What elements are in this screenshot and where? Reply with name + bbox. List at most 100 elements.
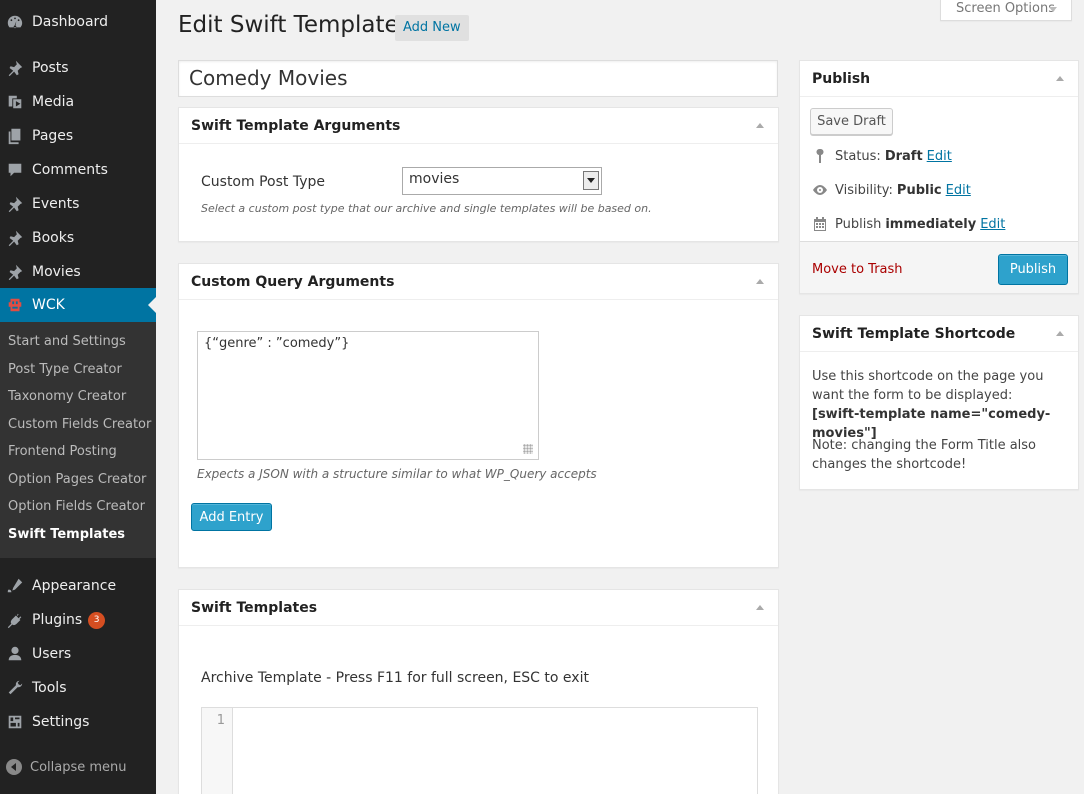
textarea-value: {“genre” : ”comedy”}: [204, 336, 350, 351]
sidebar-item-users[interactable]: Users: [0, 637, 156, 671]
sidebar-item-label: Comments: [32, 162, 108, 178]
submenu-item-post-type-creator[interactable]: Post Type Creator: [8, 362, 122, 377]
visibility-row: Visibility: Public Edit: [812, 182, 971, 198]
sidebar-item-appearance[interactable]: Appearance: [0, 569, 156, 603]
sidebar-item-tools[interactable]: Tools: [0, 671, 156, 705]
box-title[interactable]: Swift Template Arguments: [179, 108, 778, 144]
status-value: Draft: [884, 148, 923, 164]
media-icon: [5, 92, 25, 112]
custom-post-type-select[interactable]: movies: [402, 167, 602, 195]
post-status-row: Status: Draft Edit: [812, 148, 952, 164]
publish-box: Publish Save Draft Status: Draft Edit Vi…: [799, 60, 1079, 294]
edit-visibility-link[interactable]: Edit: [946, 183, 971, 198]
sidebar-item-label: Media: [32, 94, 75, 110]
sidebar-item-comments[interactable]: Comments: [0, 153, 156, 187]
custom-post-type-label: Custom Post Type: [201, 174, 325, 190]
add-entry-button[interactable]: Add Entry: [191, 503, 272, 531]
sidebar-item-posts[interactable]: Posts: [0, 51, 156, 85]
save-draft-button[interactable]: Save Draft: [810, 108, 893, 135]
admin-sidebar: Dashboard Posts Media Pages Comments Eve…: [0, 0, 156, 794]
sidebar-item-label: Books: [32, 230, 75, 246]
collapse-toggle-icon[interactable]: [756, 605, 764, 610]
sidebar-item-events[interactable]: Events: [0, 187, 156, 221]
box-title[interactable]: Swift Templates: [179, 590, 778, 626]
publish-time-row: Publish immediately Edit: [812, 216, 1005, 232]
submenu-item-taxonomy-creator[interactable]: Taxonomy Creator: [8, 389, 126, 404]
submenu-item-start-settings[interactable]: Start and Settings: [8, 334, 126, 349]
shortcode-instructions: Use this shortcode on the page you want …: [812, 367, 1074, 443]
visibility-label: Visibility:: [835, 182, 893, 198]
resize-handle-icon[interactable]: [523, 444, 533, 454]
comments-icon: [5, 160, 25, 180]
post-title-input[interactable]: Comedy Movies: [178, 60, 778, 97]
sidebar-item-pages[interactable]: Pages: [0, 119, 156, 153]
move-to-trash-link[interactable]: Move to Trash: [812, 262, 903, 277]
query-arguments-textarea[interactable]: {“genre” : ”comedy”}: [197, 331, 539, 460]
pin-icon: [5, 228, 25, 248]
sidebar-item-label: Plugins: [32, 612, 83, 628]
screen-options-toggle[interactable]: Screen Options: [940, 0, 1072, 21]
sidebar-item-label: Settings: [32, 714, 90, 730]
publish-value: immediately: [885, 216, 977, 232]
collapse-menu-label: Collapse menu: [30, 759, 127, 775]
sidebar-item-movies[interactable]: Movies: [0, 255, 156, 289]
archive-template-editor[interactable]: 1: [201, 707, 758, 794]
select-value: movies: [409, 171, 460, 187]
box-title[interactable]: Publish: [800, 61, 1078, 97]
submenu-item-option-pages-creator[interactable]: Option Pages Creator: [8, 472, 146, 487]
sidebar-item-label: Pages: [32, 128, 74, 144]
sidebar-item-label: Tools: [32, 680, 67, 696]
publish-button[interactable]: Publish: [998, 254, 1068, 285]
chevron-down-icon: [583, 171, 599, 190]
custom-query-arguments-box: Custom Query Arguments {“genre” : ”comed…: [178, 263, 779, 568]
edit-publish-time-link[interactable]: Edit: [980, 217, 1005, 232]
collapse-toggle-icon[interactable]: [1056, 331, 1064, 336]
edit-status-link[interactable]: Edit: [927, 149, 952, 164]
status-label: Status:: [835, 148, 881, 164]
editor-gutter: 1: [202, 708, 233, 794]
box-title[interactable]: Swift Template Shortcode: [800, 316, 1078, 352]
sidebar-item-label: Movies: [32, 264, 81, 280]
sidebar-item-label: WCK: [32, 297, 65, 313]
sidebar-item-plugins[interactable]: Plugins 3: [0, 603, 156, 637]
tools-icon: [5, 678, 25, 698]
calendar-icon: [812, 216, 828, 232]
box-title[interactable]: Custom Query Arguments: [179, 264, 778, 300]
submenu-item-custom-fields-creator[interactable]: Custom Fields Creator: [8, 417, 151, 432]
sidebar-item-label: Users: [32, 646, 72, 662]
add-new-button[interactable]: Add New: [395, 15, 469, 41]
archive-template-label: Archive Template - Press F11 for full sc…: [201, 670, 589, 686]
wck-submenu: Start and Settings Post Type Creator Tax…: [0, 322, 156, 558]
submenu-item-option-fields-creator[interactable]: Option Fields Creator: [8, 499, 145, 514]
pin-icon: [5, 58, 25, 78]
collapse-toggle-icon[interactable]: [1056, 76, 1064, 81]
sidebar-item-settings[interactable]: Settings: [0, 705, 156, 739]
sidebar-item-wck[interactable]: WCK: [0, 288, 156, 322]
pages-icon: [5, 126, 25, 146]
collapse-toggle-icon[interactable]: [756, 123, 764, 128]
plugins-update-badge: 3: [88, 611, 106, 629]
pin-icon: [5, 262, 25, 282]
collapse-toggle-icon[interactable]: [756, 279, 764, 284]
submenu-item-frontend-posting[interactable]: Frontend Posting: [8, 444, 117, 459]
collapse-menu-button[interactable]: Collapse menu: [0, 754, 156, 780]
wck-icon: [5, 295, 25, 315]
publish-actions: Move to Trash Publish: [800, 241, 1078, 293]
pin-map-icon: [812, 148, 828, 164]
collapse-arrow-icon: [6, 759, 22, 775]
shortcode-note: Note: changing the Form Title also chang…: [812, 438, 1037, 472]
sidebar-item-media[interactable]: Media: [0, 85, 156, 119]
sidebar-item-books[interactable]: Books: [0, 221, 156, 255]
sidebar-item-label: Posts: [32, 60, 69, 76]
publish-label: Publish: [835, 216, 882, 232]
sidebar-item-dashboard[interactable]: Dashboard: [0, 5, 156, 39]
visibility-value: Public: [896, 182, 942, 198]
swift-template-arguments-box: Swift Template Arguments Custom Post Typ…: [178, 107, 779, 242]
line-number: 1: [216, 713, 225, 728]
submenu-item-swift-templates[interactable]: Swift Templates: [8, 527, 125, 542]
page-title: Edit Swift Template: [178, 12, 399, 38]
appearance-icon: [5, 576, 25, 596]
query-arguments-description: Expects a JSON with a structure similar …: [197, 467, 597, 481]
shortcode-intro: Use this shortcode on the page you want …: [812, 369, 1044, 403]
custom-post-type-description: Select a custom post type that our archi…: [201, 202, 652, 215]
